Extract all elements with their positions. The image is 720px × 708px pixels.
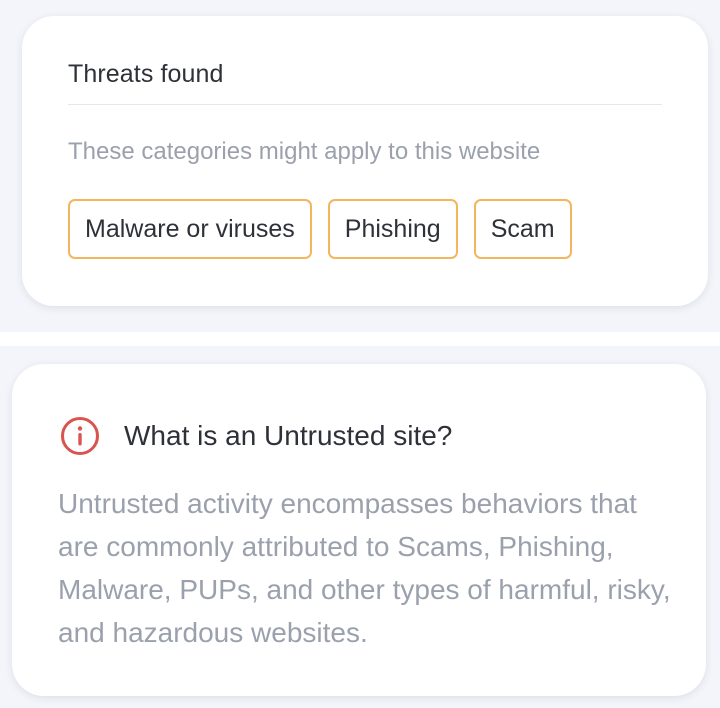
category-chip-malware[interactable]: Malware or viruses xyxy=(68,199,312,259)
info-circle-icon xyxy=(61,417,99,455)
threats-subtitle: These categories might apply to this web… xyxy=(68,138,541,165)
threats-found-title: Threats found xyxy=(68,60,224,88)
info-description: Untrusted activity encompasses behaviors… xyxy=(58,488,671,648)
section-separator xyxy=(0,332,720,346)
info-header: What is an Untrusted site? xyxy=(60,416,452,456)
untrusted-info-card: What is an Untrusted site? Untrusted act… xyxy=(12,364,706,696)
category-chip-scam[interactable]: Scam xyxy=(473,199,572,259)
category-chip-phishing[interactable]: Phishing xyxy=(327,199,458,259)
divider xyxy=(68,104,662,105)
threat-category-list: Malware or viruses Phishing Scam xyxy=(68,199,572,259)
threats-found-card: Threats found These categories might app… xyxy=(22,16,708,306)
info-title: What is an Untrusted site? xyxy=(124,420,453,451)
